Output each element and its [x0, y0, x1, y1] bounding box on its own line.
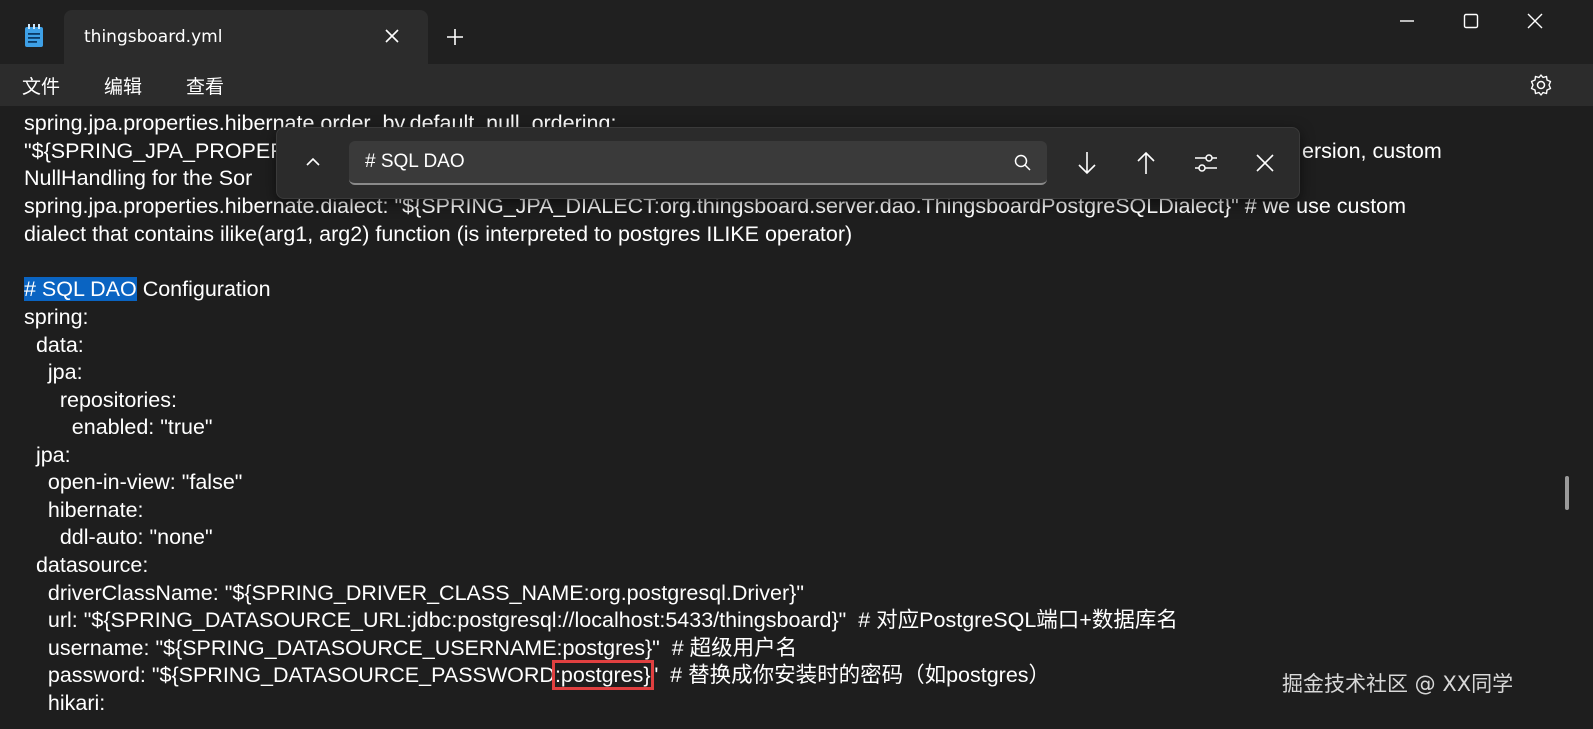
find-next-arrow-down-icon[interactable]	[1072, 148, 1102, 178]
code-line: open-in-view: "false"	[24, 470, 243, 494]
tab-thingsboard-yml[interactable]: thingsboard.yml	[64, 10, 428, 64]
search-match-highlight: # SQL DAO	[24, 277, 137, 301]
vertical-scrollbar-thumb[interactable]	[1565, 476, 1569, 510]
code-line: ddl-auto: "none"	[24, 525, 213, 549]
code-line: repositories:	[24, 388, 177, 412]
notepad-app-icon	[25, 24, 43, 47]
code-line-end: " # 替换成你安装时的密码（如postgres）	[650, 663, 1051, 687]
tab-title: thingsboard.yml	[84, 27, 223, 47]
title-bar: thingsboard.yml	[0, 0, 1593, 64]
code-line: password: "${SPRING_DATASOURCE_PASSWORD:…	[24, 660, 1051, 690]
maximize-icon[interactable]	[1458, 8, 1484, 34]
code-line: "${SPRING_JPA_PROPERT	[24, 139, 299, 163]
editor-text-area[interactable]: spring.jpa.properties.hibernate.order_by…	[0, 106, 1593, 729]
minimize-icon[interactable]	[1394, 8, 1420, 34]
menu-file[interactable]: 文件	[22, 72, 60, 99]
close-tab-icon[interactable]	[382, 26, 402, 46]
watermark-text: 掘金技术社区 @ XX同学	[1282, 672, 1514, 696]
notepad-window: thingsboard.yml 文件 编辑 查看 spring.jpa.prop…	[0, 0, 1593, 729]
close-window-icon[interactable]	[1522, 8, 1548, 34]
menu-view[interactable]: 查看	[186, 72, 224, 99]
code-line: username: "${SPRING_DATASOURCE_USERNAME:…	[24, 636, 798, 660]
code-line: ersion, custom	[1302, 139, 1442, 163]
find-previous-arrow-up-icon[interactable]	[1131, 148, 1161, 178]
menu-edit[interactable]: 编辑	[104, 72, 142, 99]
code-line: dialect that contains ilike(arg1, arg2) …	[24, 222, 853, 246]
find-input[interactable]	[349, 141, 1047, 185]
code-line: hikari:	[24, 691, 106, 715]
code-line: hibernate:	[24, 498, 144, 522]
code-line: driverClassName: "${SPRING_DRIVER_CLASS_…	[24, 581, 804, 605]
code-line: spring:	[24, 305, 89, 329]
code-line: enabled: "true"	[24, 415, 213, 439]
code-line: data:	[24, 333, 84, 357]
code-line: NullHandling for the Sor	[24, 166, 253, 190]
code-line-start: password: "${SPRING_DATASOURCE_PASSWORD	[24, 663, 555, 687]
settings-gear-icon[interactable]	[1528, 72, 1554, 98]
code-line: jpa:	[24, 443, 71, 467]
menu-bar: 文件 编辑 查看	[0, 64, 1593, 106]
code-line: datasource:	[24, 553, 149, 577]
find-options-sliders-icon[interactable]	[1191, 148, 1221, 178]
chevron-up-icon[interactable]	[301, 150, 325, 174]
find-bar	[276, 127, 1300, 199]
code-line: url: "${SPRING_DATASOURCE_URL:jdbc:postg…	[24, 608, 1178, 632]
code-line: # SQL DAO Configuration	[24, 276, 271, 303]
annotation-red-box: :postgres}	[551, 660, 654, 690]
search-icon[interactable]	[1013, 153, 1033, 173]
code-line: jpa:	[24, 360, 83, 384]
close-find-icon[interactable]	[1250, 148, 1280, 178]
new-tab-plus-icon[interactable]	[444, 26, 466, 48]
code-line-rest: Configuration	[136, 277, 271, 301]
